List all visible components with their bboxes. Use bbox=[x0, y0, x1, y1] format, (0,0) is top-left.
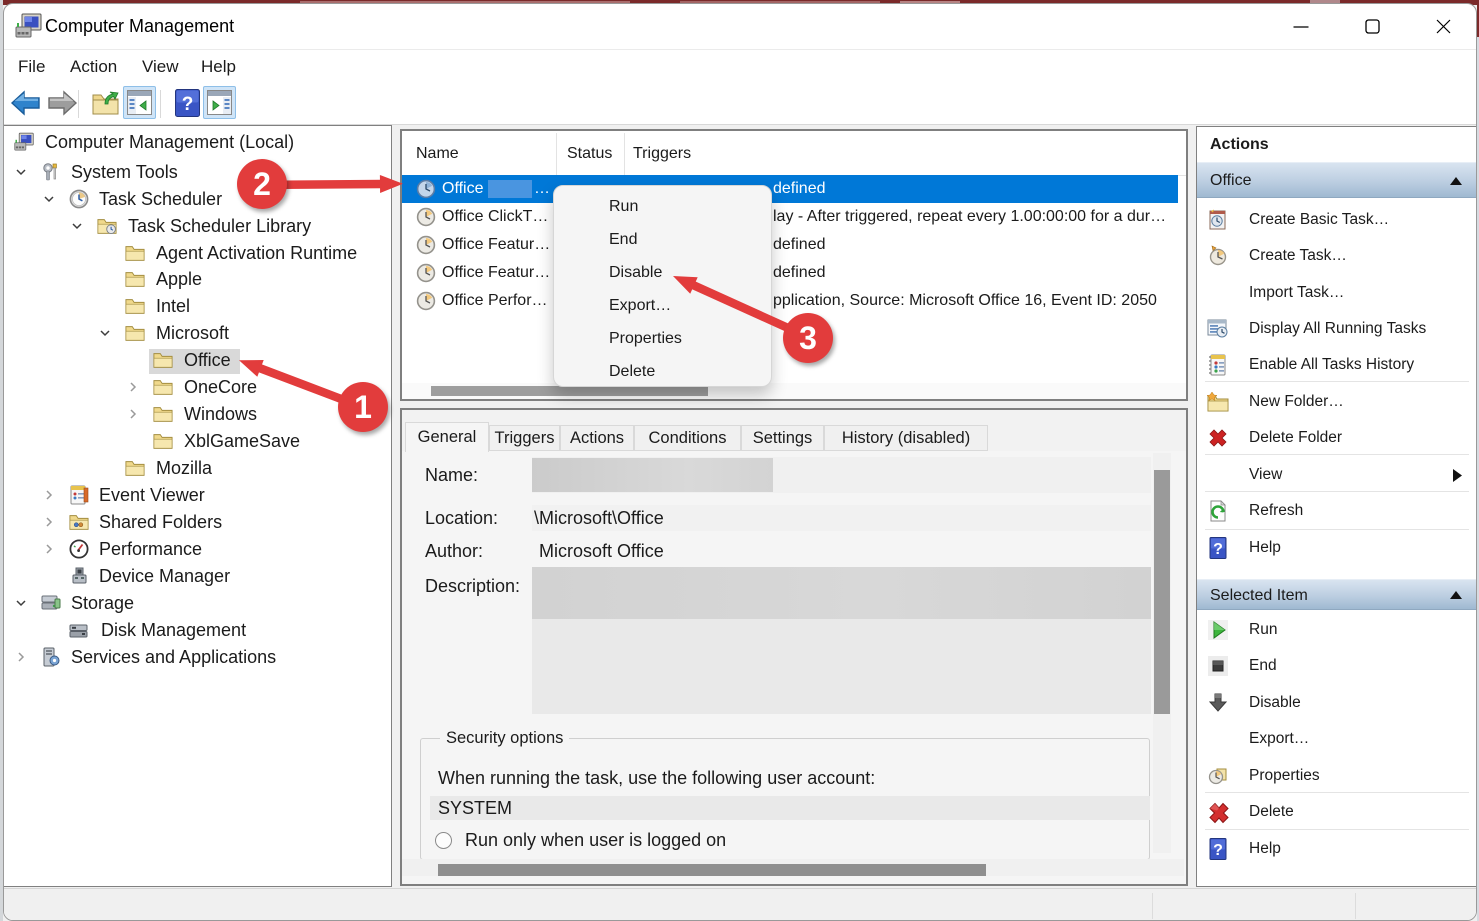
svg-text:?: ? bbox=[182, 94, 194, 115]
svg-text:?: ? bbox=[1213, 842, 1223, 859]
svg-text:?: ? bbox=[1213, 541, 1223, 558]
